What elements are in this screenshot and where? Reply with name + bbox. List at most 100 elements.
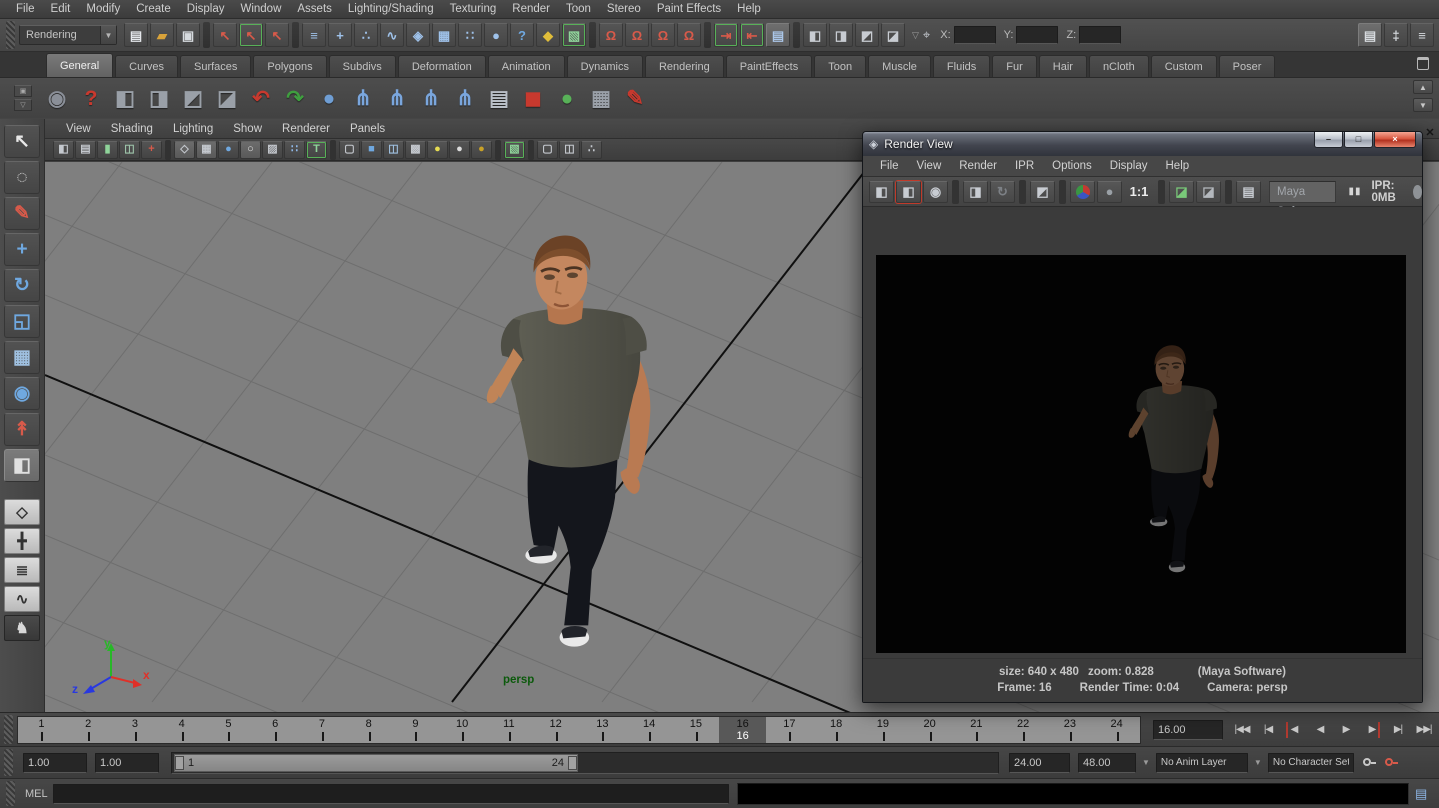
vertices-icon[interactable]: ∷: [284, 141, 305, 159]
snap-modes-icon[interactable]: ≡: [302, 23, 326, 47]
move-tool[interactable]: +: [4, 233, 40, 266]
rendered-image[interactable]: [876, 255, 1406, 653]
menubar-item[interactable]: Assets: [289, 0, 340, 19]
render-view-menu-item[interactable]: File: [871, 160, 908, 172]
time-slider-grip[interactable]: [4, 715, 13, 744]
share-nodes-icon[interactable]: ∴: [581, 141, 602, 159]
snap-curves-icon[interactable]: ∿: [380, 23, 404, 47]
render-current-frame-icon[interactable]: ◧: [896, 181, 921, 203]
paint-brush-shelf-icon[interactable]: ✎: [618, 81, 652, 115]
menubar-item[interactable]: Stereo: [599, 0, 649, 19]
ipr-pause-icon[interactable]: ▮▮: [1348, 186, 1361, 197]
render-view-menu-item[interactable]: IPR: [1006, 160, 1043, 172]
highlight-selection-icon[interactable]: ▧: [562, 23, 586, 47]
shelf-tab[interactable]: Animation: [488, 55, 565, 77]
xray-icon[interactable]: ▨: [262, 141, 283, 159]
playback-start-field[interactable]: [23, 753, 87, 773]
maximize-button[interactable]: □: [1344, 132, 1373, 148]
frame-tick[interactable]: 14: [626, 717, 673, 743]
frame-tick[interactable]: 20: [906, 717, 953, 743]
frame-tick[interactable]: 6: [252, 717, 299, 743]
chevron-down-icon[interactable]: ▽: [14, 99, 32, 111]
frame-tick[interactable]: 23: [1047, 717, 1094, 743]
textured-cube-icon[interactable]: ◫: [383, 141, 404, 159]
separator[interactable]: [952, 180, 959, 204]
ipr-render-icon[interactable]: ◨: [963, 181, 988, 203]
help-icon[interactable]: ?: [510, 23, 534, 47]
shelf-tab[interactable]: Hair: [1039, 55, 1087, 77]
last-tool-camera[interactable]: ◧: [4, 449, 40, 482]
frame-tick[interactable]: 8: [345, 717, 392, 743]
separator[interactable]: [495, 140, 501, 160]
hypergraph-layout-button[interactable]: ♞: [4, 615, 40, 641]
input-connections-icon[interactable]: ⇥: [714, 23, 738, 47]
step-back-key-button[interactable]: |◀: [1255, 718, 1281, 742]
paint-select-tool[interactable]: ✎: [4, 197, 40, 230]
render-view-menu-item[interactable]: Options: [1043, 160, 1101, 172]
mel-language-button[interactable]: MEL: [17, 788, 53, 800]
separator[interactable]: [589, 22, 596, 48]
render-region-icon[interactable]: ◩: [1030, 181, 1055, 203]
select-cubes-shelf-icon[interactable]: ▦: [584, 81, 618, 115]
hypergraph-shelf-icon[interactable]: ▤: [482, 81, 516, 115]
shelf-tab[interactable]: Toon: [814, 55, 866, 77]
graph-layout-button[interactable]: ∿: [4, 586, 40, 612]
snap-grids-icon[interactable]: ▦: [432, 23, 456, 47]
render-view-menu-item[interactable]: Help: [1157, 160, 1199, 172]
remove-image-icon[interactable]: ◪: [1196, 181, 1221, 203]
attribute-editor-icon[interactable]: ▤: [1358, 23, 1382, 47]
script-editor-icon[interactable]: ▤: [1415, 786, 1427, 802]
shelf-tab[interactable]: Subdivs: [329, 55, 396, 77]
use-background-icon[interactable]: ▩: [405, 141, 426, 159]
select-object-icon[interactable]: ↖: [239, 23, 263, 47]
delete-sphere-shelf-icon[interactable]: ●: [312, 81, 346, 115]
help-line-shelf-icon[interactable]: ?: [74, 81, 108, 115]
render-region-icon[interactable]: ◨: [829, 23, 853, 47]
separator[interactable]: [292, 22, 299, 48]
camera-dolly-shelf-icon[interactable]: ◩: [176, 81, 210, 115]
outliner-layout-button[interactable]: ≣: [4, 557, 40, 583]
range-start-handle[interactable]: [175, 756, 184, 770]
render-view-shelf-icon[interactable]: ◉: [40, 81, 74, 115]
refresh-ipr-icon[interactable]: ↻: [990, 181, 1015, 203]
rim-light-icon[interactable]: ●: [471, 141, 492, 159]
frame-tick[interactable]: 1: [18, 717, 65, 743]
separator[interactable]: [1059, 180, 1066, 204]
key-light-icon[interactable]: ●: [427, 141, 448, 159]
camera-pan-shelf-icon[interactable]: ◨: [142, 81, 176, 115]
animation-start-field[interactable]: [95, 753, 159, 773]
menubar-item[interactable]: File: [8, 0, 43, 19]
viewport-menu-item[interactable]: Panels: [341, 123, 394, 135]
range-track[interactable]: 1 24: [171, 752, 999, 774]
menubar-item[interactable]: Edit: [43, 0, 79, 19]
render-view-titlebar[interactable]: ◈ Render View – □ ×: [863, 132, 1422, 156]
separator[interactable]: [203, 22, 210, 48]
menubar-item[interactable]: Texturing: [442, 0, 505, 19]
snap-magnet-grid-icon[interactable]: Ω: [599, 23, 623, 47]
chevron-down-icon[interactable]: ▼: [1254, 758, 1262, 767]
chevron-down-icon[interactable]: ▼: [100, 26, 116, 44]
wireframe-icon[interactable]: ◇: [174, 141, 195, 159]
z-coord-field[interactable]: [1079, 26, 1121, 44]
selection-highlight-icon[interactable]: ▧: [504, 141, 525, 159]
shelf-scroll-down[interactable]: ▼: [1413, 98, 1433, 112]
lock-selection-icon[interactable]: ◆: [536, 23, 560, 47]
shelf-tab[interactable]: Dynamics: [567, 55, 643, 77]
shelf-scroll-up[interactable]: ▲: [1413, 80, 1433, 94]
frame-tick[interactable]: 11: [486, 717, 533, 743]
viewport-menu-item[interactable]: Show: [224, 123, 271, 135]
step-forward-frame-button[interactable]: ▶: [1359, 718, 1385, 742]
tool-settings-icon[interactable]: ‡: [1384, 23, 1408, 47]
select-component-icon[interactable]: ↖: [265, 23, 289, 47]
frame-tick[interactable]: 21: [953, 717, 1000, 743]
viewport-menu-item[interactable]: Shading: [102, 123, 162, 135]
menubar-item[interactable]: Modify: [78, 0, 128, 19]
select-camera-icon[interactable]: ◧: [53, 141, 74, 159]
auto-keyframe-icon[interactable]: [1384, 756, 1398, 770]
shelf-tab[interactable]: Rendering: [645, 55, 724, 77]
camera-attributes-icon[interactable]: ▤: [75, 141, 96, 159]
menubar-item[interactable]: Create: [128, 0, 179, 19]
frame-tick[interactable]: 3: [112, 717, 159, 743]
shelf-tab[interactable]: Fur: [992, 55, 1037, 77]
y-coord-field[interactable]: [1016, 26, 1058, 44]
